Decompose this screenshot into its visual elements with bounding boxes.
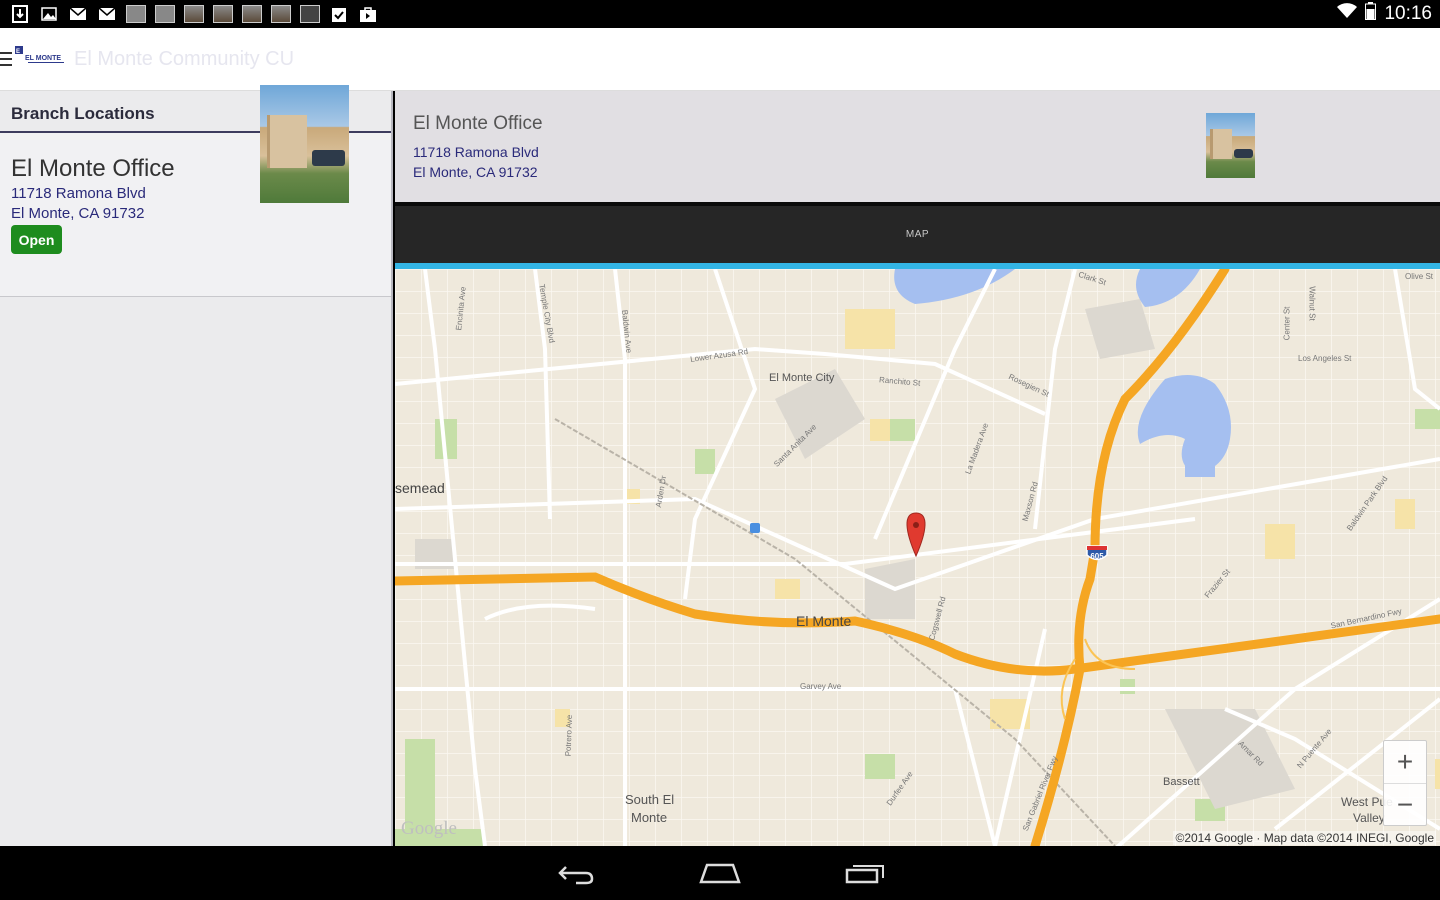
tab-map[interactable]: MAP <box>395 206 1440 263</box>
action-bar: E EL MONTE El Monte Community CU <box>0 28 1440 91</box>
zoom-in-button[interactable]: + <box>1384 741 1426 783</box>
clock: 10:16 <box>1384 3 1432 24</box>
photo-thumbnail-icon <box>184 4 204 24</box>
logo-text: EL MONTE <box>25 55 61 62</box>
map-view[interactable]: 605 El Monte City semead El Monte South … <box>395 269 1440 846</box>
status-bar: 10:16 <box>0 0 1440 28</box>
battery-icon <box>1365 2 1377 26</box>
map-canvas[interactable]: 605 <box>395 269 1440 846</box>
app-thumbnail-icon <box>155 4 175 24</box>
mail-icon <box>68 4 88 24</box>
transit-station-icon <box>750 523 760 533</box>
status-badge: Open <box>11 225 62 254</box>
recent-apps-button[interactable] <box>843 858 887 888</box>
system-nav-bar <box>0 846 1440 900</box>
app-thumbnail-icon <box>126 4 146 24</box>
branch-detail-pane: El Monte Office 11718 Ramona Blvd El Mon… <box>395 91 1440 846</box>
zoom-out-button[interactable]: − <box>1384 783 1426 825</box>
mail-icon <box>97 4 117 24</box>
photo-thumbnail-icon <box>242 4 262 24</box>
map-label-west-puente-line2: Valley <box>1353 811 1385 825</box>
app-thumbnail-icon <box>300 4 320 24</box>
home-button[interactable] <box>698 858 742 888</box>
branch-address-line2: El Monte, CA 91732 <box>11 205 145 222</box>
download-icon <box>10 4 30 24</box>
map-street-garvey: Garvey Ave <box>800 682 842 691</box>
branch-list-item[interactable]: El Monte Office 11718 Ramona Blvd El Mon… <box>0 85 391 297</box>
tab-bar: MAP <box>395 202 1440 263</box>
app-title: El Monte Community CU <box>74 48 295 70</box>
map-street-walnut: Walnut St <box>1307 286 1317 321</box>
svg-text:605: 605 <box>1090 552 1104 561</box>
map-label-el-monte: El Monte <box>796 613 852 629</box>
map-label-el-monte-city: El Monte City <box>769 372 835 384</box>
clipboard-check-icon <box>329 4 349 24</box>
photo-thumbnail-icon <box>271 4 291 24</box>
drawer-menu-icon[interactable] <box>0 52 12 66</box>
detail-address-line1[interactable]: 11718 Ramona Blvd <box>413 144 539 160</box>
detail-branch-photo[interactable] <box>1206 113 1255 178</box>
photo-thumbnail-icon <box>213 4 233 24</box>
image-icon <box>39 4 59 24</box>
branch-name: El Monte Office <box>11 155 175 182</box>
map-zoom-controls: + − <box>1383 740 1427 826</box>
back-button[interactable] <box>554 858 598 888</box>
google-logo: Google <box>401 818 457 839</box>
branch-photo <box>260 85 349 203</box>
app-logo[interactable]: E EL MONTE <box>14 46 69 66</box>
map-label-bassett: Bassett <box>1163 776 1200 788</box>
wifi-icon <box>1337 3 1358 25</box>
status-right: 10:16 <box>1337 2 1432 26</box>
map-street-los-angeles: Los Angeles St <box>1298 354 1352 363</box>
branch-detail-header: El Monte Office 11718 Ramona Blvd El Mon… <box>395 91 1440 202</box>
map-label-south-el-monte-line2: Monte <box>631 810 668 825</box>
detail-address-line2[interactable]: El Monte, CA 91732 <box>413 164 538 180</box>
map-street-center: Center St <box>1282 306 1292 341</box>
branch-list-pane: Branch Locations El Monte Office 11718 R… <box>0 85 393 846</box>
branch-address-line1: 11718 Ramona Blvd <box>11 185 146 202</box>
map-label-rosemead: semead <box>395 480 445 496</box>
map-street-olive: Olive St <box>1405 272 1434 281</box>
map-copyright[interactable]: ©2014 Google · Map data ©2014 INEGI, Goo… <box>1173 831 1436 845</box>
map-street-potrero: Potrero Ave <box>563 714 575 757</box>
map-label-south-el-monte-line1: South El <box>625 792 675 807</box>
notification-icons <box>10 4 378 24</box>
svg-text:E: E <box>16 49 20 55</box>
shopping-bag-icon <box>358 4 378 24</box>
detail-branch-name: El Monte Office <box>413 113 543 134</box>
